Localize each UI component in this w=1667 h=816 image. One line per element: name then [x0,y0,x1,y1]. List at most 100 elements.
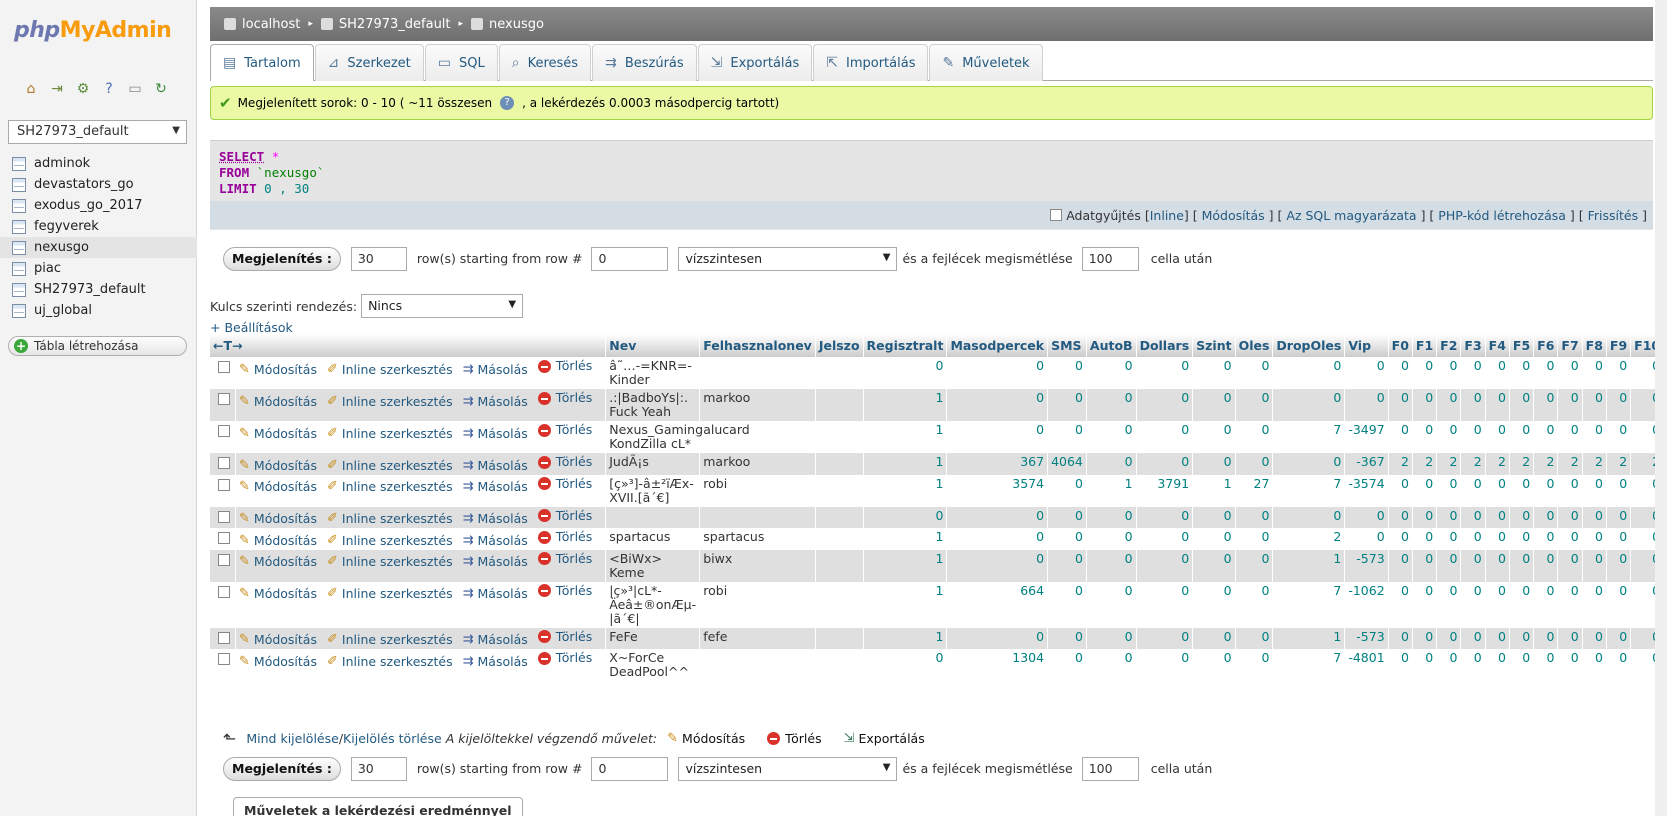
cell-value[interactable]: 0 [1460,474,1486,507]
cell-value[interactable]: 1 [863,421,948,453]
cell-value[interactable]: -3574 [1344,474,1389,507]
row-delete-button[interactable]: Törlés [537,530,592,544]
cell-value[interactable]: 0 [1557,389,1583,421]
column-header[interactable]: SMS [1047,334,1087,357]
cell-value[interactable]: 0 [1136,357,1194,389]
cell-value[interactable]: 0 [1436,528,1462,550]
cell-value[interactable]: 0 [1533,528,1559,550]
row-checkbox[interactable] [218,585,230,598]
sidebar-item-devastators_go[interactable]: devastators_go [0,174,197,195]
row-checkbox[interactable] [218,631,230,644]
cell-pass[interactable] [815,581,864,628]
cell-value[interactable]: -4801 [1344,649,1389,681]
cell-value[interactable]: 0 [1460,506,1486,528]
inline-edit-query-link[interactable]: Inline [1150,208,1184,223]
row-copy-button[interactable]: ⇉ Másolás [463,654,528,669]
cell-pass[interactable] [815,528,864,550]
cell-user[interactable]: fefe [699,627,816,649]
cell-value[interactable]: 0 [1582,357,1607,389]
cell-value[interactable]: -3497 [1344,421,1389,453]
cell-value[interactable]: 0 [1436,421,1462,453]
cell-value[interactable]: 0 [1582,474,1607,507]
row-inline-edit-button[interactable]: ✐ Inline szerkesztés [327,458,453,473]
cell-value[interactable]: 0 [1436,357,1462,389]
cell-value[interactable]: 0 [1533,581,1559,628]
cell-value[interactable]: 0 [1388,528,1413,550]
row-delete-button[interactable]: Törlés [537,508,592,523]
cell-value[interactable]: 7 [1272,421,1346,453]
cell-value[interactable]: 0 [1582,649,1607,681]
display-mode-select[interactable]: vízszintesen ▼ [678,756,898,781]
cell-value[interactable]: 0 [1086,421,1137,453]
cell-value[interactable]: 0 [1047,627,1087,649]
cell-value[interactable]: 0 [1192,453,1236,475]
create-php-code-link[interactable]: PHP-kód létrehozása [1438,208,1566,223]
cell-nev[interactable]: spartacus [605,528,701,550]
cell-value[interactable]: 0 [1047,649,1087,681]
row-copy-button[interactable]: ⇉ Másolás [463,512,528,526]
row-edit-button[interactable]: ✎ Módosítás [239,654,317,669]
row-edit-button[interactable]: ✎ Módosítás [239,512,317,526]
cell-value[interactable]: 2 [1533,453,1559,475]
database-select[interactable]: SH27973_default ▼ [8,120,187,144]
cell-value[interactable]: 2 [1272,528,1346,550]
tab-search[interactable]: ⌕ Keresés [498,44,592,81]
cell-value[interactable]: 1 [863,627,948,649]
cell-value[interactable]: 0 [1606,649,1632,681]
cell-value[interactable]: 0 [1582,421,1607,453]
column-header[interactable]: F5 [1509,334,1535,357]
cell-value[interactable]: 0 [1412,389,1438,421]
cell-value[interactable]: 0 [1047,357,1087,389]
profiling-checkbox[interactable] [1050,209,1063,221]
cell-value[interactable]: 0 [1344,357,1389,389]
cell-pass[interactable] [815,357,864,389]
cell-value[interactable]: 0 [1235,549,1274,582]
cell-value[interactable]: 0 [1557,357,1583,389]
cell-value[interactable]: 0 [1557,549,1583,582]
row-copy-button[interactable]: ⇉ Másolás [463,480,528,494]
cell-value[interactable]: 0 [1388,549,1413,582]
cell-value[interactable]: 0 [1509,506,1535,528]
cell-value[interactable]: 0 [1136,549,1194,582]
cell-value[interactable]: 0 [1509,649,1535,681]
column-header[interactable]: F6 [1533,334,1559,357]
row-edit-button[interactable]: ✎ Módosítás [239,480,317,494]
help-icon[interactable]: ? [500,96,515,110]
row-delete-button[interactable]: Törlés [537,391,592,405]
row-copy-button[interactable]: ⇉ Másolás [463,394,528,409]
cell-value[interactable]: 2 [1582,453,1607,475]
cell-nev[interactable]: |ç»³|cL*-Äeâ±®onÆµ-|ã´€| [605,581,701,628]
cell-value[interactable]: 2 [1460,453,1486,475]
cell-value[interactable]: 0 [1533,357,1559,389]
row-checkbox[interactable] [218,510,230,523]
cell-value[interactable]: 0 [1235,421,1274,453]
show-button[interactable]: Megjelenítés : [223,756,341,781]
cell-value[interactable]: 1 [1272,627,1346,649]
cell-value[interactable]: 2 [1606,453,1632,475]
column-header[interactable]: F8 [1582,334,1607,357]
cell-value[interactable]: 0 [1436,627,1462,649]
cell-value[interactable]: 0 [1533,627,1559,649]
column-header[interactable]: F4 [1485,334,1510,357]
column-header[interactable]: F0 [1388,334,1413,357]
check-all-link[interactable]: Mind kijelölése [246,731,338,746]
row-edit-button[interactable]: ✎ Módosítás [239,458,317,473]
bulk-export-button[interactable]: ⇲ Exportálás [844,731,925,746]
cell-value[interactable]: 0 [1047,581,1087,628]
cell-value[interactable]: 0 [1606,357,1632,389]
column-arrows-icon[interactable]: ←T→ [213,338,242,353]
column-header[interactable]: Regisztralt [863,334,948,357]
cell-value[interactable]: -367 [1344,453,1389,475]
column-header[interactable]: Vip [1344,334,1389,357]
cell-value[interactable]: 0 [863,649,948,681]
settings-link[interactable]: + Beállítások [210,320,293,335]
cell-value[interactable]: 0 [1235,506,1274,528]
cell-value[interactable]: 1 [1192,474,1236,507]
tab-insert[interactable]: ⇉ Beszúrás [592,44,697,81]
row-delete-button[interactable]: Törlés [537,455,592,469]
cell-value[interactable]: 0 [1192,549,1236,582]
cell-value[interactable]: 0 [1606,549,1632,582]
cell-value[interactable]: 0 [1192,421,1236,453]
cell-value[interactable]: 0 [1412,649,1438,681]
sidebar-item-exodus_go_2017[interactable]: exodus_go_2017 [0,195,197,216]
